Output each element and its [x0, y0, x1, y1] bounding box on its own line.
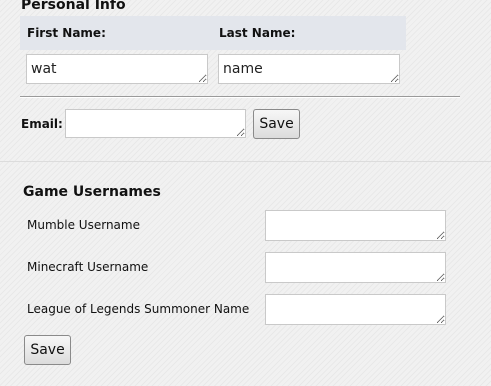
email-field[interactable]	[65, 109, 246, 138]
mumble-username-label: Mumble Username	[27, 218, 140, 232]
divider	[20, 96, 460, 98]
first-name-label: First Name:	[27, 26, 106, 40]
email-label: Email:	[21, 117, 63, 131]
minecraft-username-label: Minecraft Username	[27, 260, 149, 274]
first-name-field[interactable]: wat	[26, 54, 208, 84]
lol-summoner-name-label: League of Legends Summoner Name	[27, 302, 250, 316]
lol-summoner-name-field[interactable]	[265, 294, 446, 325]
game-usernames-title: Game Usernames	[23, 184, 161, 200]
minecraft-username-field[interactable]	[265, 252, 446, 283]
save-personal-button[interactable]: Save	[253, 109, 300, 139]
personal-info-title: Personal Info	[21, 0, 126, 13]
section-separator	[0, 161, 491, 162]
mumble-username-field[interactable]	[265, 210, 446, 241]
last-name-field[interactable]: name	[218, 54, 400, 84]
last-name-label: Last Name:	[219, 26, 296, 40]
save-games-button[interactable]: Save	[24, 335, 71, 365]
